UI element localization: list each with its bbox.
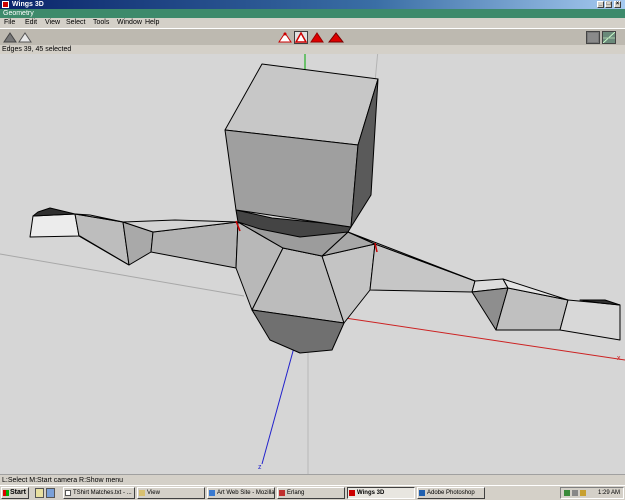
3d-viewport[interactable]: x z xyxy=(0,46,625,474)
task-wings-3d[interactable]: Wings 3D xyxy=(347,487,415,499)
tray-app-icon[interactable] xyxy=(580,490,586,496)
menu-bar: File Edit View Select Tools Window Help xyxy=(0,18,625,28)
menu-window[interactable]: Window xyxy=(117,19,142,26)
task-view[interactable]: View xyxy=(137,487,205,499)
grid-icon xyxy=(603,32,615,43)
groundplane-button[interactable] xyxy=(602,31,616,44)
left-arm[interactable] xyxy=(29,207,239,269)
edge-mode-button[interactable] xyxy=(294,31,308,44)
smooth-preview-button[interactable] xyxy=(3,31,17,44)
window-titlebar[interactable]: Wings 3D _ □ × xyxy=(0,0,625,9)
minimize-button[interactable]: _ xyxy=(597,1,604,8)
body-mode-icon xyxy=(328,32,344,43)
face-mode-icon xyxy=(310,32,324,43)
wings-app-icon xyxy=(2,1,9,8)
folder-icon xyxy=(139,490,145,496)
maximize-button[interactable]: □ xyxy=(605,1,612,8)
task-art-web-site[interactable]: Art Web Site - Mozilla xyxy=(207,487,275,499)
task-label: TShirt Matches.txt - ... xyxy=(73,490,132,496)
system-tray: 1:29 AM xyxy=(560,487,624,499)
mesh-face[interactable] xyxy=(559,299,621,341)
selection-info-bar: Edges 39, 45 selected xyxy=(0,45,625,54)
ortho-icon xyxy=(588,33,598,42)
vertex-mode-icon xyxy=(278,32,292,43)
start-label: Start xyxy=(10,489,26,496)
erlang-icon xyxy=(279,490,285,496)
window-title: Wings 3D xyxy=(12,1,44,8)
torso[interactable] xyxy=(235,209,376,354)
menu-help[interactable]: Help xyxy=(145,19,159,26)
clock[interactable]: 1:29 AM xyxy=(598,488,620,498)
start-button[interactable]: Start xyxy=(1,487,29,499)
menu-edit[interactable]: Edit xyxy=(25,19,37,26)
volume-icon[interactable] xyxy=(572,490,578,496)
menu-file[interactable]: File xyxy=(4,19,15,26)
x-axis-label: x xyxy=(617,355,621,362)
toolbar xyxy=(0,28,625,46)
selection-status: Edges 39, 45 selected xyxy=(2,46,72,53)
task-label: Art Web Site - Mozilla xyxy=(217,490,275,496)
mozilla-icon xyxy=(209,490,215,496)
task-label: Adobe Photoshop xyxy=(427,490,475,496)
mesh-face[interactable] xyxy=(495,287,569,331)
notepad-icon xyxy=(65,490,71,496)
wings-icon xyxy=(349,490,355,496)
windows-taskbar: Start TShirt Matches.txt - ... View Art … xyxy=(0,485,625,500)
photoshop-icon xyxy=(419,490,425,496)
perspective-button[interactable] xyxy=(18,31,32,44)
quicklaunch-desktop-icon[interactable] xyxy=(35,488,44,498)
task-tshirt-matches[interactable]: TShirt Matches.txt - ... xyxy=(63,487,135,499)
z-axis-label: z xyxy=(258,464,262,471)
right-arm[interactable] xyxy=(347,231,621,341)
task-erlang[interactable]: Erlang xyxy=(277,487,345,499)
vertex-mode-button[interactable] xyxy=(278,31,292,44)
z-axis xyxy=(261,332,299,465)
menu-select[interactable]: Select xyxy=(66,19,85,26)
task-adobe-photoshop[interactable]: Adobe Photoshop xyxy=(417,487,485,499)
perspective-icon xyxy=(18,32,32,43)
task-label: Wings 3D xyxy=(357,490,385,496)
task-label: View xyxy=(147,490,160,496)
windows-logo-icon xyxy=(3,490,9,496)
mesh-face[interactable] xyxy=(369,243,476,293)
mesh-face[interactable] xyxy=(32,207,76,217)
scene-canvas[interactable]: x z xyxy=(0,46,625,474)
close-button[interactable]: × xyxy=(614,1,621,8)
face-mode-button[interactable] xyxy=(310,31,324,44)
menu-view[interactable]: View xyxy=(45,19,60,26)
body-mode-button[interactable] xyxy=(328,31,344,44)
mesh-face[interactable] xyxy=(29,213,80,238)
task-label: Erlang xyxy=(287,490,305,496)
edge-mode-icon xyxy=(295,32,307,43)
quicklaunch-browser-icon[interactable] xyxy=(46,488,55,498)
network-icon[interactable] xyxy=(564,490,570,496)
menu-tools[interactable]: Tools xyxy=(93,19,109,26)
cube-head[interactable] xyxy=(224,63,379,228)
geometry-window-titlebar[interactable]: Geometry xyxy=(0,9,625,18)
mouse-hint-bar: L:Select M:Start camera R:Show menu xyxy=(0,474,625,485)
ortho-view-button[interactable] xyxy=(586,31,600,44)
geometry-window-title: Geometry xyxy=(3,10,34,17)
smooth-icon xyxy=(3,32,17,43)
